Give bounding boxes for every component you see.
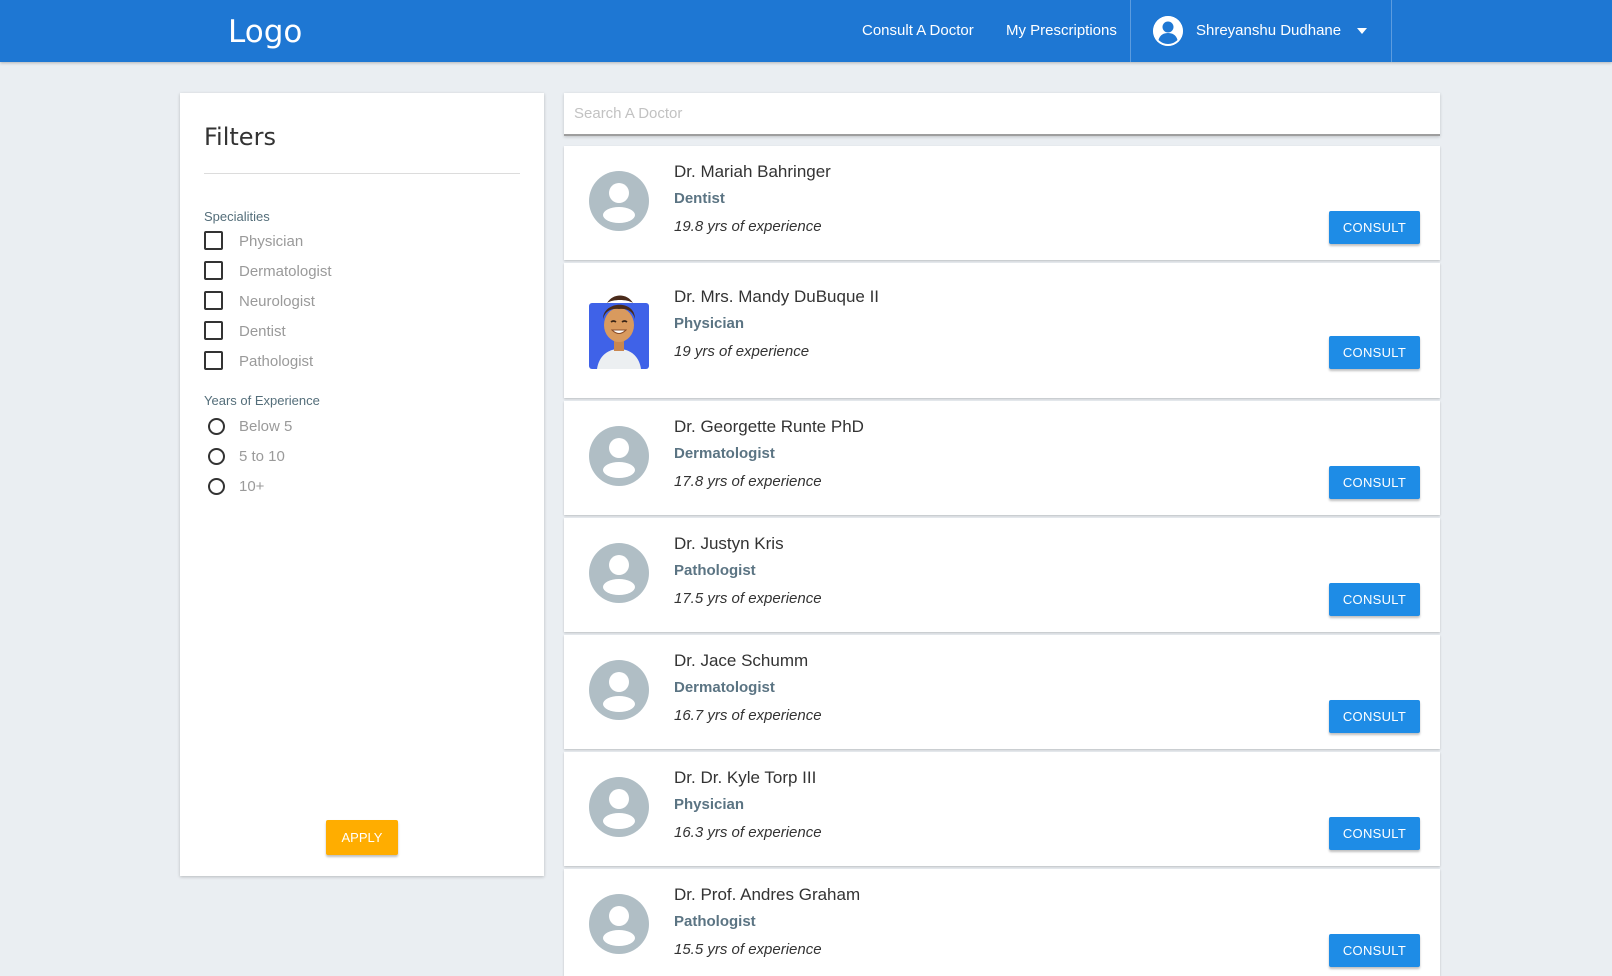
checkbox[interactable] — [204, 321, 223, 340]
user-name: Shreyanshu Dudhane — [1196, 22, 1342, 39]
checkbox[interactable] — [204, 351, 223, 370]
filter-dentist[interactable]: Dentist — [204, 321, 404, 345]
doctor-speciality: Dermatologist — [674, 679, 775, 696]
filter-pathologist[interactable]: Pathologist — [204, 351, 404, 375]
doctor-card[interactable]: Dr. Mariah Bahringer Dentist 19.8 yrs of… — [564, 146, 1440, 260]
consult-button[interactable]: CONSULT — [1329, 336, 1420, 369]
doctor-speciality: Physician — [674, 796, 745, 813]
nav-my-prescriptions[interactable]: My Prescriptions — [1006, 22, 1117, 39]
checkbox[interactable] — [204, 231, 223, 250]
nav-consult-a-doctor[interactable]: Consult A Doctor — [862, 22, 974, 39]
top-nav-bar: Logo Consult A Doctor My Prescriptions S… — [0, 0, 1612, 62]
specialities-label: Specialities — [204, 209, 270, 224]
default-avatar-icon — [589, 777, 649, 837]
doctor-card[interactable]: Dr. Prof. Andres Graham Pathologist 15.5… — [564, 869, 1440, 976]
apply-button[interactable]: APPLY — [326, 820, 398, 855]
doctor-name: Dr. Jace Schumm — [674, 651, 809, 670]
user-menu[interactable]: Shreyanshu Dudhane — [1130, 0, 1392, 62]
experience-label: Years of Experience — [204, 393, 320, 408]
doctor-experience: 19 yrs of experience — [674, 343, 810, 360]
doctor-card[interactable]: Dr. Justyn Kris Pathologist 17.5 yrs of … — [564, 518, 1440, 632]
doctor-experience: 17.5 yrs of experience — [674, 590, 822, 607]
filter-physician[interactable]: Physician — [204, 231, 404, 255]
consult-button[interactable]: CONSULT — [1329, 700, 1420, 733]
doctor-speciality: Pathologist — [674, 562, 756, 579]
doctor-name: Dr. Georgette Runte PhD — [674, 417, 864, 436]
doctor-experience: 16.7 yrs of experience — [674, 707, 822, 724]
doctor-name: Dr. Mariah Bahringer — [674, 162, 831, 181]
doctor-experience: 15.5 yrs of experience — [674, 941, 822, 958]
filter-label: 10+ — [239, 478, 265, 495]
doctor-speciality: Dentist — [674, 190, 725, 207]
filter-5-to-10[interactable]: 5 to 10 — [204, 446, 404, 470]
filter-dermatologist[interactable]: Dermatologist — [204, 261, 404, 285]
doctor-experience: 16.3 yrs of experience — [674, 824, 822, 841]
doctor-speciality: Physician — [674, 315, 745, 332]
filter-label: Pathologist — [239, 353, 314, 370]
filter-label: Physician — [239, 233, 304, 250]
doctor-experience: 17.8 yrs of experience — [674, 473, 822, 490]
account-circle-icon — [1153, 16, 1183, 46]
default-avatar-icon — [589, 171, 649, 231]
default-avatar-icon — [589, 660, 649, 720]
filters-title: Filters — [204, 123, 276, 151]
doctor-experience: 19.8 yrs of experience — [674, 218, 822, 235]
filter-below-5[interactable]: Below 5 — [204, 416, 404, 440]
radio-button[interactable] — [208, 478, 225, 495]
filter-label: Below 5 — [239, 418, 293, 435]
logo[interactable]: Logo — [228, 14, 302, 50]
filter-label: Dentist — [239, 323, 286, 340]
doctor-card[interactable]: Dr. Georgette Runte PhD Dermatologist 17… — [564, 401, 1440, 515]
radio-button[interactable] — [208, 418, 225, 435]
consult-button[interactable]: CONSULT — [1329, 211, 1420, 244]
doctor-card[interactable]: Dr. Mrs. Mandy DuBuque II Physician 19 y… — [564, 263, 1440, 398]
consult-button[interactable]: CONSULT — [1329, 583, 1420, 616]
default-avatar-icon — [589, 426, 649, 486]
filter-label: Neurologist — [239, 293, 315, 310]
default-avatar-icon — [589, 543, 649, 603]
consult-button[interactable]: CONSULT — [1329, 934, 1420, 967]
doctor-speciality: Dermatologist — [674, 445, 775, 462]
chevron-down-icon[interactable] — [1357, 28, 1367, 34]
default-avatar-icon — [589, 894, 649, 954]
person-photo-avatar — [589, 289, 649, 369]
consult-button[interactable]: CONSULT — [1329, 466, 1420, 499]
filter-10-plus[interactable]: 10+ — [204, 476, 404, 500]
filter-label: 5 to 10 — [239, 448, 285, 465]
consult-button[interactable]: CONSULT — [1329, 817, 1420, 850]
checkbox[interactable] — [204, 261, 223, 280]
doctor-speciality: Pathologist — [674, 913, 756, 930]
doctor-name: Dr. Dr. Kyle Torp III — [674, 768, 817, 787]
doctor-name: Dr. Justyn Kris — [674, 534, 784, 553]
doctor-card[interactable]: Dr. Dr. Kyle Torp III Physician 16.3 yrs… — [564, 752, 1440, 866]
radio-button[interactable] — [208, 448, 225, 465]
doctor-name: Dr. Prof. Andres Graham — [674, 885, 861, 904]
checkbox[interactable] — [204, 291, 223, 310]
divider — [204, 173, 520, 174]
filter-neurologist[interactable]: Neurologist — [204, 291, 404, 315]
doctor-name: Dr. Mrs. Mandy DuBuque II — [674, 287, 880, 306]
filter-label: Dermatologist — [239, 263, 332, 280]
doctor-card[interactable]: Dr. Jace Schumm Dermatologist 16.7 yrs o… — [564, 635, 1440, 749]
search-input[interactable] — [564, 93, 1440, 136]
filters-panel: Filters Specialities Physician Dermatolo… — [180, 93, 544, 876]
